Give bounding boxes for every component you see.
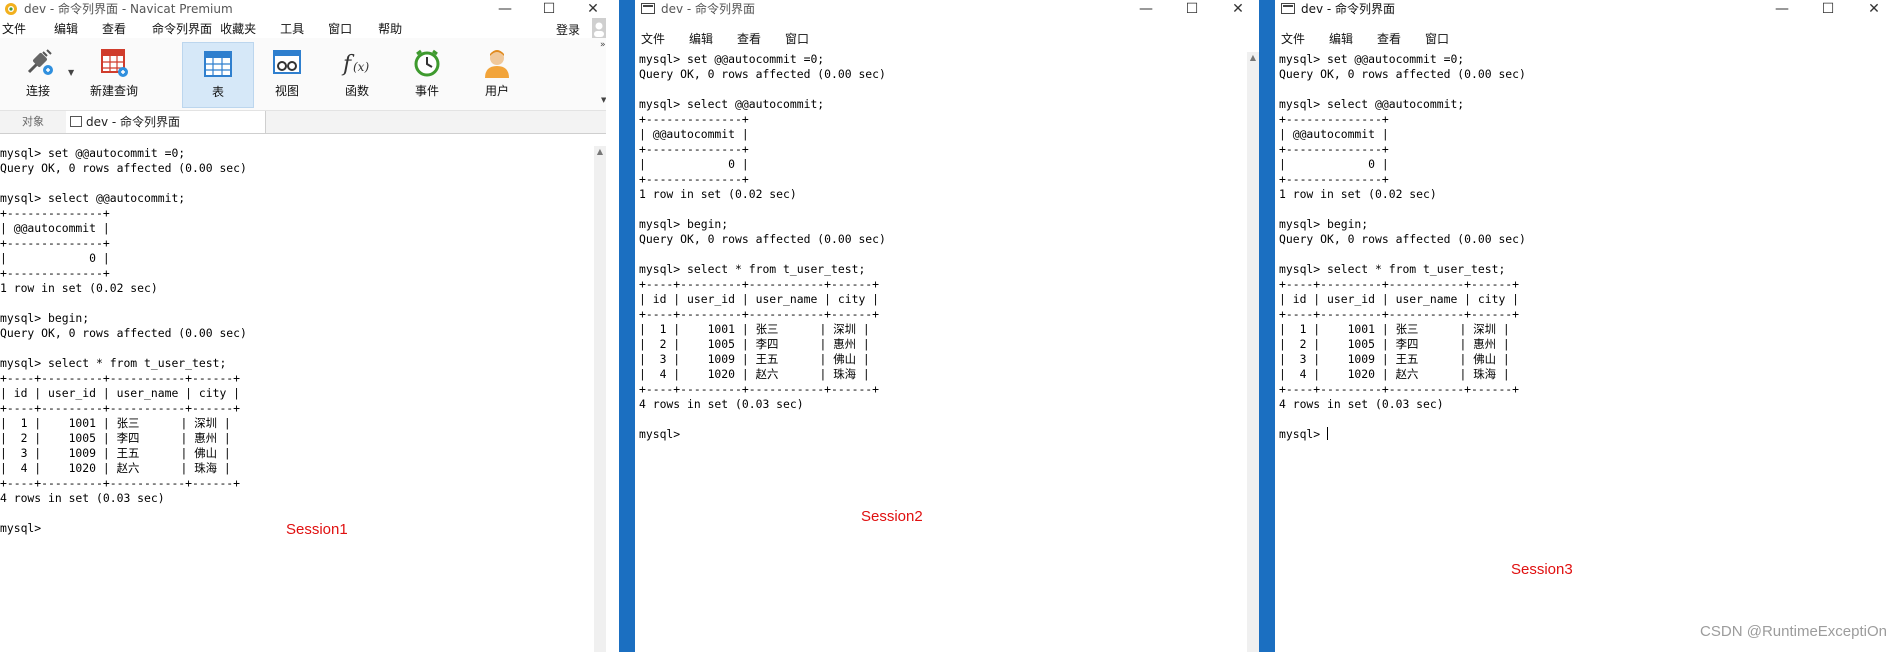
function-button[interactable]: f (x) 函数: [327, 42, 387, 106]
navicat-window: dev - 命令列界面 - Navicat Premium — ☐ ✕ 文件 编…: [0, 0, 606, 652]
new-query-icon: [101, 49, 128, 77]
tab-console-label: dev - 命令列界面: [86, 115, 181, 129]
menu-favorites[interactable]: 收藏夹: [220, 20, 264, 37]
cmd-window-icon: [1281, 3, 1295, 14]
close-icon[interactable]: ✕: [586, 0, 600, 18]
table-icon: [204, 51, 232, 77]
user-avatar-icon[interactable]: [592, 18, 606, 38]
minimize-icon[interactable]: —: [498, 0, 512, 18]
user-label: 用户: [484, 84, 509, 98]
session-label: Session1: [286, 521, 348, 538]
menu-tools[interactable]: 工具: [264, 20, 312, 37]
menu-file[interactable]: 文件: [0, 20, 34, 37]
user-button[interactable]: 用户: [467, 42, 527, 106]
console-output[interactable]: mysql> set @@autocommit =0; Query OK, 0 …: [639, 52, 886, 442]
close-icon[interactable]: ✕: [1867, 0, 1881, 18]
console-window-2: dev - 命令列界面 — ☐ ✕ 文件 编辑 查看 窗口 mysql> set…: [635, 0, 1259, 652]
view-button[interactable]: 视图: [257, 42, 317, 106]
tab-objects[interactable]: 对象: [0, 111, 67, 133]
menu-help[interactable]: 帮助: [360, 20, 410, 37]
watermark: CSDN @RuntimeExceptiOn: [1700, 623, 1887, 640]
vertical-scrollbar[interactable]: ▲: [594, 146, 606, 652]
maximize-icon[interactable]: ☐: [542, 0, 556, 18]
vertical-scrollbar[interactable]: ▲: [1247, 52, 1259, 652]
menu-file[interactable]: 文件: [1275, 30, 1313, 47]
user-icon: [485, 50, 509, 78]
menu-window[interactable]: 窗口: [312, 20, 360, 37]
maximize-icon[interactable]: ☐: [1821, 0, 1835, 18]
console-window-3: dev - 命令列界面 — ☐ ✕ 文件 编辑 查看 窗口 mysql> set…: [1275, 0, 1901, 652]
window-title: dev - 命令列界面: [661, 2, 756, 16]
close-icon[interactable]: ✕: [1231, 0, 1245, 18]
tab-console[interactable]: dev - 命令列界面: [66, 111, 266, 133]
window-title: dev - 命令列界面: [1301, 2, 1396, 16]
title-bar: dev - 命令列界面 — ☐ ✕: [1275, 0, 1901, 18]
connect-button[interactable]: 连接: [8, 42, 68, 106]
menu-view[interactable]: 查看: [1361, 30, 1409, 47]
menu-edit[interactable]: 编辑: [1313, 30, 1361, 47]
connect-label: 连接: [25, 84, 50, 98]
maximize-icon[interactable]: ☐: [1185, 0, 1199, 18]
new-query-label: 新建查询: [89, 84, 138, 98]
login-link[interactable]: 登录: [556, 21, 580, 38]
toolbar-expand-icon[interactable]: ▼: [601, 96, 606, 104]
window-divider-2: [1259, 0, 1275, 652]
connect-dropdown-icon[interactable]: ▼: [68, 68, 74, 77]
session-label: Session3: [1511, 561, 1573, 578]
console-area[interactable]: mysql> set @@autocommit =0; Query OK, 0 …: [1279, 52, 1526, 442]
console-tab-icon: [70, 116, 82, 127]
toolbar: 连接 ▼ 新建查询 表 视图 f (x) 函数 事件 用户 » ▼: [0, 38, 606, 111]
window-divider-1: [619, 0, 635, 652]
menu-bar: 文件 编辑 查看 窗口: [635, 28, 1259, 48]
navicat-logo-icon: [5, 3, 17, 15]
menu-view[interactable]: 查看: [721, 30, 769, 47]
function-label: 函数: [344, 84, 369, 98]
menu-window[interactable]: 窗口: [769, 30, 817, 47]
tab-strip: 对象 dev - 命令列界面: [0, 111, 606, 134]
connect-plug-icon: [27, 49, 53, 75]
console-output[interactable]: mysql> set @@autocommit =0; Query OK, 0 …: [1279, 52, 1526, 441]
svg-text:(x): (x): [353, 60, 369, 74]
menu-view[interactable]: 查看: [86, 20, 134, 37]
event-clock-icon: [414, 49, 440, 77]
cmd-window-icon: [641, 3, 655, 14]
minimize-icon[interactable]: —: [1139, 0, 1153, 18]
view-label: 视图: [274, 84, 299, 98]
title-bar: dev - 命令列界面 — ☐ ✕: [635, 0, 1259, 18]
session-label: Session2: [861, 508, 923, 525]
minimize-icon[interactable]: —: [1775, 0, 1789, 18]
menu-file[interactable]: 文件: [635, 30, 673, 47]
console-output[interactable]: mysql> set @@autocommit =0; Query OK, 0 …: [0, 146, 247, 536]
event-button[interactable]: 事件: [397, 42, 457, 106]
title-bar: dev - 命令列界面 - Navicat Premium — ☐ ✕: [0, 0, 606, 18]
menu-edit[interactable]: 编辑: [34, 20, 86, 37]
table-button[interactable]: 表: [182, 42, 254, 108]
menu-console[interactable]: 命令列界面: [134, 20, 220, 37]
table-label: 表: [211, 85, 224, 99]
toolbar-overflow-icon[interactable]: »: [600, 40, 606, 50]
scroll-up-icon[interactable]: ▲: [1247, 52, 1259, 64]
window-title: dev - 命令列界面 - Navicat Premium: [24, 2, 233, 16]
event-label: 事件: [414, 84, 439, 98]
menu-window[interactable]: 窗口: [1409, 30, 1457, 47]
view-icon: [273, 50, 301, 74]
new-query-button[interactable]: 新建查询: [82, 42, 146, 106]
text-cursor: [1327, 427, 1329, 440]
menu-bar: 文件 编辑 查看 命令列界面 收藏夹 工具 窗口 帮助 登录: [0, 18, 606, 38]
menu-bar: 文件 编辑 查看 窗口: [1275, 28, 1901, 48]
scroll-up-icon[interactable]: ▲: [594, 146, 606, 158]
function-icon: f (x): [341, 52, 369, 77]
menu-edit[interactable]: 编辑: [673, 30, 721, 47]
